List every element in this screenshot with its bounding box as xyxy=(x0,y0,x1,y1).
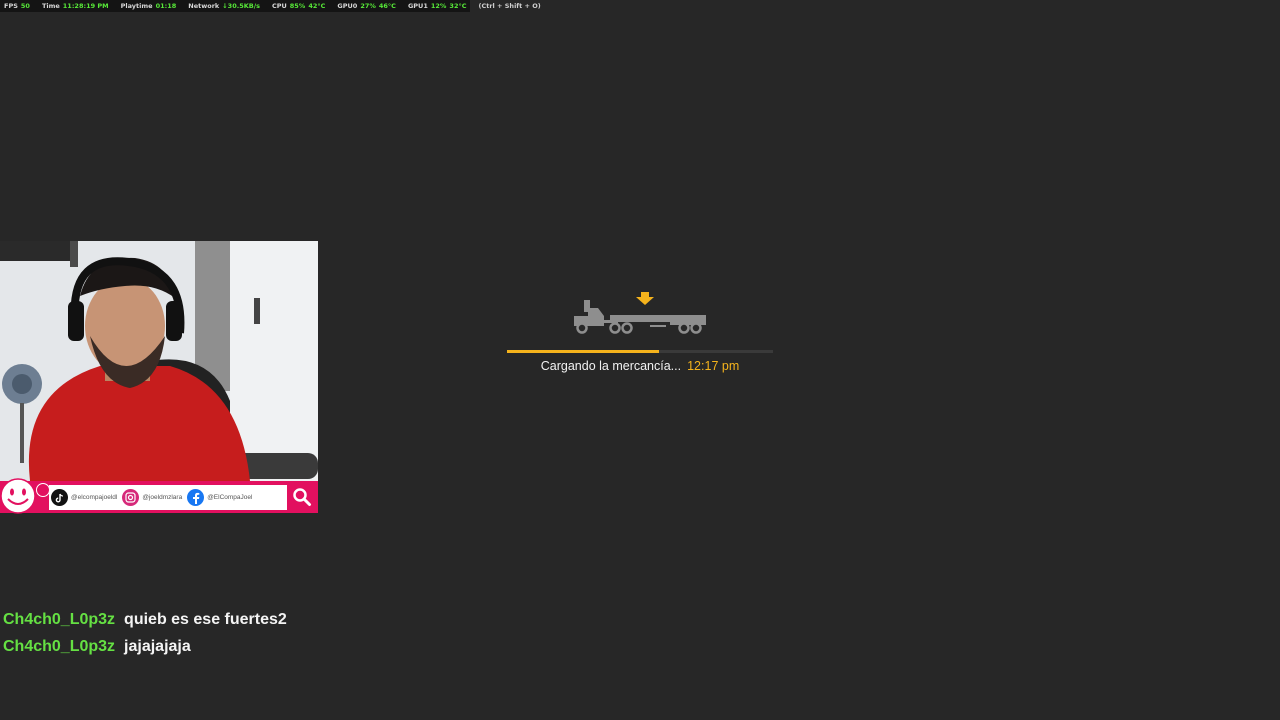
instagram-icon[interactable] xyxy=(122,489,140,506)
playtime-value: 01:18 xyxy=(155,2,177,10)
gpu1-readout: GPU1 12% 32°C xyxy=(408,2,467,10)
fps-label: FPS xyxy=(4,2,18,10)
gpu0-label: GPU0 xyxy=(337,2,358,10)
search-icon xyxy=(293,488,311,506)
playtime-label: Playtime xyxy=(120,2,153,10)
social-links-bar: @elcompajoeldl @joeldmzlara @ElCompaJoel xyxy=(0,478,318,514)
cpu-temp: 42°C xyxy=(308,2,326,10)
webcam-feed xyxy=(0,241,318,513)
facebook-icon[interactable] xyxy=(187,489,205,506)
tiktok-handle[interactable]: @elcompajoeldl xyxy=(71,494,117,501)
chat-message: Ch4ch0_L0p3z quieb es ese fuertes2 xyxy=(3,606,287,633)
overlay-hotkey-hint: (Ctrl + Shift + O) xyxy=(478,2,541,10)
chat-username: Ch4ch0_L0p3z xyxy=(3,611,116,628)
chat-message: Ch4ch0_L0p3z jajajajaja xyxy=(3,633,287,660)
network-readout: Network ↓30.5KB/s xyxy=(188,2,260,10)
fps-readout: FPS 50 xyxy=(4,2,30,10)
loading-time: 12:17 pm xyxy=(687,359,740,373)
loading-progress-fill xyxy=(507,350,659,353)
facebook-handle[interactable]: @ElCompaJoel xyxy=(207,494,252,501)
smiley-face-icon xyxy=(0,478,36,514)
fps-value: 50 xyxy=(20,2,30,10)
instagram-handle[interactable]: @joeldmzlara xyxy=(142,494,182,501)
cpu-label: CPU xyxy=(271,2,287,10)
cpu-readout: CPU 85% 42°C xyxy=(272,2,325,10)
network-value: ↓30.5KB/s xyxy=(222,2,260,10)
loading-progress-bar xyxy=(507,350,773,353)
chat-text: quieb es ese fuertes2 xyxy=(124,611,287,628)
gpu1-temp: 32°C xyxy=(449,2,467,10)
accent-dot xyxy=(36,483,50,497)
gpu1-usage: 12% xyxy=(430,2,447,10)
webcam-image xyxy=(0,241,318,481)
chat-text: jajajajaja xyxy=(124,638,191,655)
tiktok-icon[interactable] xyxy=(51,489,68,506)
gpu0-temp: 46°C xyxy=(378,2,396,10)
cpu-usage: 85% xyxy=(289,2,306,10)
chat-username: Ch4ch0_L0p3z xyxy=(3,638,116,655)
chat-overlay: Ch4ch0_L0p3z quieb es ese fuertes2 Ch4ch… xyxy=(3,606,287,660)
playtime-readout: Playtime 01:18 xyxy=(121,2,177,10)
time-readout: Time 11:28:19 PM xyxy=(42,2,109,10)
truck-trailer-icon xyxy=(574,292,706,334)
time-label: Time xyxy=(41,2,60,10)
performance-overlay: FPS 50 Time 11:28:19 PM Playtime 01:18 N… xyxy=(0,0,541,12)
time-value: 11:28:19 PM xyxy=(62,2,109,10)
loading-text: Cargando la mercancía... xyxy=(540,359,682,373)
social-handles: @elcompajoeldl @joeldmzlara @ElCompaJoel xyxy=(49,485,287,510)
network-label: Network xyxy=(188,2,220,10)
gpu0-usage: 27% xyxy=(360,2,376,10)
search-button[interactable] xyxy=(288,484,316,510)
loading-status: Cargando la mercancía... 12:17 pm xyxy=(507,359,773,373)
gpu0-readout: GPU0 27% 46°C xyxy=(337,2,396,10)
gpu1-label: GPU1 xyxy=(407,2,428,10)
